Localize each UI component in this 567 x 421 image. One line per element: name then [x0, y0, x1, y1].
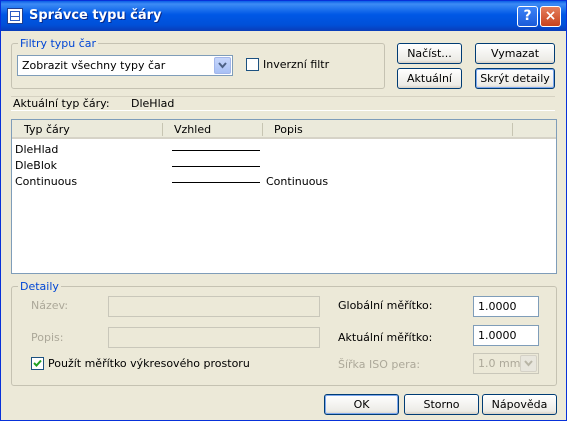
current-scale-field[interactable]: 1.0000 — [473, 325, 539, 346]
chevron-down-icon[interactable] — [520, 355, 537, 372]
name-field[interactable] — [108, 296, 320, 317]
invert-filter-label: Inverzní filtr — [263, 58, 330, 71]
current-linetype-bar: Aktuální typ čáry: DleHlad — [11, 96, 555, 111]
details-legend: Detaily — [18, 280, 61, 293]
paperspace-scale-checkbox[interactable] — [31, 357, 44, 370]
window-title: Správce typu čáry — [29, 8, 162, 23]
column-separator[interactable] — [512, 123, 513, 136]
description-field[interactable] — [108, 327, 320, 348]
chevron-down-icon[interactable] — [214, 57, 231, 74]
column-header-appearance[interactable]: Vzhled — [168, 120, 263, 139]
linetype-name: DleBlok — [15, 159, 57, 172]
linetype-preview — [172, 166, 260, 167]
list-header: Typ čáry Vzhled Popis — [12, 120, 556, 139]
name-label: Název: — [31, 299, 69, 312]
close-button[interactable]: × — [540, 6, 561, 27]
linetype-preview — [172, 150, 260, 151]
column-separator[interactable] — [262, 123, 263, 136]
current-linetype-label: Aktuální typ čáry: — [13, 97, 110, 110]
filters-legend: Filtry typu čar — [18, 37, 99, 50]
paperspace-scale-label: Použít měřítko výkresového prostoru — [48, 357, 250, 370]
cancel-button[interactable]: Storno — [404, 394, 479, 415]
ok-button[interactable]: OK — [324, 394, 399, 415]
column-header-description[interactable]: Popis — [268, 120, 508, 139]
filter-dropdown-value: Zobrazit všechny typy čar — [22, 59, 166, 72]
help-button[interactable]: Nápověda — [482, 394, 557, 415]
delete-button[interactable]: Vymazat — [475, 43, 555, 64]
hide-details-button[interactable]: Skrýt detaily — [475, 68, 555, 89]
help-title-button[interactable]: ? — [517, 6, 538, 27]
list-item[interactable]: DleHlad — [12, 142, 556, 158]
current-button[interactable]: Aktuální — [397, 68, 462, 89]
column-separator[interactable] — [162, 123, 163, 136]
iso-pen-width-value: 1.0 mm — [478, 357, 521, 370]
invert-filter-checkbox[interactable] — [246, 58, 259, 71]
checkmark-icon — [33, 359, 42, 367]
linetype-description: Continuous — [266, 175, 329, 188]
app-icon — [7, 8, 23, 24]
linetype-preview — [172, 182, 260, 183]
load-button[interactable]: Načíst... — [397, 43, 462, 64]
global-scale-field[interactable]: 1.0000 — [473, 296, 539, 317]
linetype-manager-dialog: Správce typu čáry ? × Filtry typu čar Zo… — [0, 0, 567, 421]
column-header-linetype[interactable]: Typ čáry — [18, 120, 163, 139]
current-linetype-value: DleHlad — [131, 97, 175, 110]
title-bar[interactable]: Správce typu čáry ? × — [1, 1, 566, 31]
linetype-name: Continuous — [15, 175, 78, 188]
description-label: Popis: — [31, 331, 64, 344]
linetype-list[interactable]: Typ čáry Vzhled Popis DleHlad DleBlok Co… — [11, 119, 557, 274]
list-item[interactable]: DleBlok — [12, 158, 556, 174]
list-item[interactable]: Continuous Continuous — [12, 174, 556, 190]
global-scale-label: Globální měřítko: — [338, 299, 433, 312]
filter-dropdown[interactable]: Zobrazit všechny typy čar — [17, 55, 233, 76]
iso-pen-width-dropdown[interactable]: 1.0 mm — [473, 353, 539, 374]
current-scale-label: Aktuální měřítko: — [338, 331, 433, 344]
iso-pen-width-label: Šířka ISO pera: — [338, 358, 421, 371]
linetype-name: DleHlad — [15, 143, 59, 156]
